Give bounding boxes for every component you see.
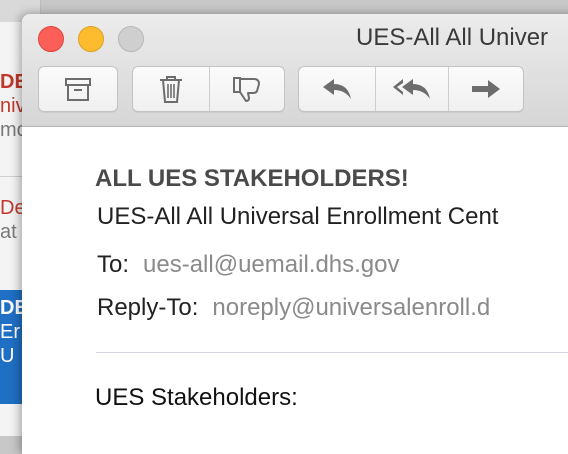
message-body-greeting: UES Stakeholders: [95, 384, 298, 411]
reply-to-address[interactable]: noreply@universalenroll.d [212, 294, 490, 321]
reply-to-label: Reply-To: [97, 294, 199, 321]
message-sender[interactable]: UES-All All Universal Enrollment Cent [97, 203, 498, 231]
to-address[interactable]: ues-all@uemail.dhs.gov [143, 251, 400, 278]
forward-arrow-icon [472, 80, 500, 98]
archive-icon [65, 78, 91, 101]
reply-button[interactable] [299, 67, 376, 111]
reply-to-row: Reply-To: noreply@universalenroll.d [97, 294, 490, 322]
thumbs-down-icon [233, 77, 260, 102]
reply-all-button[interactable] [376, 67, 449, 111]
trash-icon [160, 76, 182, 103]
junk-button[interactable] [210, 67, 284, 111]
reply-all-icon [393, 79, 430, 99]
message-subject: ALL UES STAKEHOLDERS! [95, 165, 409, 192]
delete-junk-group [132, 66, 285, 112]
title-bar: UES-All All Univer [22, 14, 568, 127]
message-window: UES-All All Univer ALL UES STAKEHOLDERS!… [22, 14, 568, 454]
header-divider [96, 352, 568, 353]
delete-button[interactable] [133, 67, 210, 111]
archive-button[interactable] [39, 67, 117, 111]
reply-group [298, 66, 524, 112]
to-row: To: ues-all@uemail.dhs.gov [97, 251, 400, 279]
window-title: UES-All All Univer [356, 24, 549, 51]
close-button[interactable] [38, 26, 64, 52]
minimize-button[interactable] [78, 26, 104, 52]
message-viewer: ALL UES STAKEHOLDERS! UES-All All Univer… [22, 127, 568, 454]
archive-group [38, 66, 118, 112]
zoom-button[interactable] [118, 26, 144, 52]
forward-button[interactable] [449, 67, 523, 111]
to-label: To: [97, 251, 130, 278]
reply-icon [323, 79, 351, 99]
